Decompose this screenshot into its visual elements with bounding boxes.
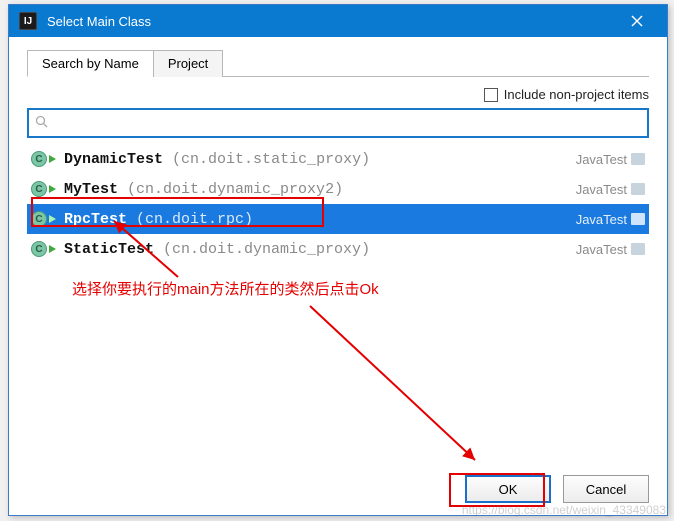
- tab-project[interactable]: Project: [153, 50, 223, 77]
- class-package: (cn.doit.dynamic_proxy2): [127, 181, 343, 198]
- tab-search-by-name[interactable]: Search by Name: [27, 50, 154, 77]
- folder-icon: [631, 183, 645, 195]
- options-row: Include non-project items: [27, 87, 649, 102]
- checkbox-box[interactable]: [484, 88, 498, 102]
- search-input[interactable]: [54, 115, 641, 131]
- folder-icon: [631, 213, 645, 225]
- tab-bar: Search by Name Project: [27, 49, 649, 77]
- class-icon: C: [31, 241, 47, 257]
- dialog-window: IJ Select Main Class Search by Name Proj…: [8, 4, 668, 516]
- button-bar: OK Cancel: [27, 465, 649, 503]
- list-item[interactable]: C DynamicTest (cn.doit.static_proxy) JavaT…: [27, 144, 649, 174]
- module-name: JavaTest: [576, 182, 627, 197]
- include-nonproject-label: Include non-project items: [504, 87, 649, 102]
- class-name: DynamicTest: [64, 151, 163, 168]
- cancel-button[interactable]: Cancel: [563, 475, 649, 503]
- folder-icon: [631, 153, 645, 165]
- run-icon: [49, 185, 56, 193]
- titlebar: IJ Select Main Class: [9, 5, 667, 37]
- search-field-wrap[interactable]: [27, 108, 649, 138]
- run-icon: [49, 245, 56, 253]
- watermark: https://blog.csdn.net/weixin_43349083: [462, 503, 666, 517]
- class-icon: C: [31, 181, 47, 197]
- class-package: (cn.doit.rpc): [136, 211, 253, 228]
- list-item[interactable]: C RpcTest (cn.doit.rpc) JavaTest: [27, 204, 649, 234]
- close-button[interactable]: [617, 5, 657, 37]
- class-icon: C: [31, 211, 47, 227]
- ok-button[interactable]: OK: [465, 475, 551, 503]
- class-name: RpcTest: [64, 211, 127, 228]
- module-name: JavaTest: [576, 152, 627, 167]
- run-icon: [49, 155, 56, 163]
- module-name: JavaTest: [576, 242, 627, 257]
- window-title: Select Main Class: [47, 14, 617, 29]
- app-icon: IJ: [19, 12, 37, 30]
- class-package: (cn.doit.static_proxy): [172, 151, 370, 168]
- module-name: JavaTest: [576, 212, 627, 227]
- class-name: StaticTest: [64, 241, 154, 258]
- folder-icon: [631, 243, 645, 255]
- search-icon: [35, 115, 48, 131]
- include-nonproject-checkbox[interactable]: Include non-project items: [484, 87, 649, 102]
- class-package: (cn.doit.dynamic_proxy): [163, 241, 370, 258]
- class-icon: C: [31, 151, 47, 167]
- list-item[interactable]: C MyTest (cn.doit.dynamic_proxy2) JavaTest: [27, 174, 649, 204]
- run-icon: [49, 215, 56, 223]
- result-list[interactable]: C DynamicTest (cn.doit.static_proxy) JavaT…: [27, 144, 649, 465]
- class-name: MyTest: [64, 181, 118, 198]
- list-item[interactable]: C StaticTest (cn.doit.dynamic_proxy) JavaT…: [27, 234, 649, 264]
- dialog-content: Search by Name Project Include non-proje…: [9, 37, 667, 515]
- annotation-text: 选择你要执行的main方法所在的类然后点击Ok: [72, 278, 379, 299]
